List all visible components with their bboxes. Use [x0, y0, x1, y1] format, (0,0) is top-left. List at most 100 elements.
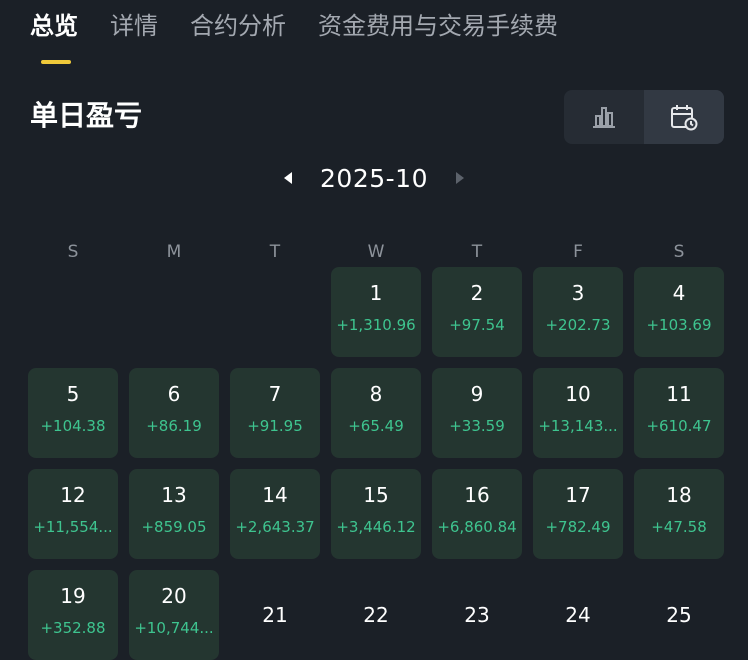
- calendar-day-cell[interactable]: 8 +65.49: [331, 368, 421, 458]
- tab-details-label: 详情: [110, 12, 158, 40]
- calendar-day-cell[interactable]: 20 +10,744...: [129, 570, 219, 660]
- daily-pnl-value: +782.49: [545, 518, 611, 536]
- calendar-day-cell[interactable]: 18 +47.58: [634, 469, 724, 559]
- daily-pnl-value: +202.73: [545, 316, 611, 334]
- daily-pnl-value: +6,860.84: [437, 518, 517, 536]
- day-number: 8: [369, 382, 383, 406]
- calendar-day-cell[interactable]: 5 +104.38: [28, 368, 118, 458]
- calendar-blank-cell: [230, 267, 320, 357]
- calendar-day-cell: 25: [634, 570, 724, 660]
- view-toggle: [564, 90, 724, 144]
- day-number: 4: [672, 281, 686, 305]
- weekday-header: S M T W T F S: [28, 238, 728, 266]
- day-number: 13: [161, 483, 187, 507]
- day-number: 12: [60, 483, 86, 507]
- calendar-day-cell[interactable]: 3 +202.73: [533, 267, 623, 357]
- tab-contract-analysis-label: 合约分析: [190, 12, 286, 40]
- day-number: 19: [60, 584, 86, 608]
- daily-pnl-value: +610.47: [646, 417, 712, 435]
- calendar-day-cell: 21: [230, 570, 320, 660]
- daily-pnl-value: +33.59: [449, 417, 505, 435]
- tab-details[interactable]: 详情: [110, 0, 158, 52]
- day-number: 18: [666, 483, 692, 507]
- day-number: 7: [268, 382, 282, 406]
- calendar-grid: 1 +1,310.96 2 +97.54 3 +202.73 4 +103.69 5 +104.3…: [28, 267, 728, 660]
- calendar-day-cell[interactable]: 10 +13,143...: [533, 368, 623, 458]
- month-navigation: 2025-10: [0, 158, 748, 198]
- daily-pnl-value: +11,554...: [33, 518, 113, 536]
- calendar-day-cell[interactable]: 6 +86.19: [129, 368, 219, 458]
- day-number: 14: [262, 483, 288, 507]
- calendar-day-cell[interactable]: 19 +352.88: [28, 570, 118, 660]
- calendar-blank-cell: [129, 267, 219, 357]
- caret-right-icon: [455, 172, 464, 184]
- calendar-day-cell[interactable]: 13 +859.05: [129, 469, 219, 559]
- calendar-day-cell[interactable]: 16 +6,860.84: [432, 469, 522, 559]
- daily-pnl-value: +65.49: [348, 417, 404, 435]
- tab-overview[interactable]: 总览: [30, 0, 78, 64]
- tab-contract-analysis[interactable]: 合约分析: [190, 0, 286, 52]
- weekday-label: W: [367, 242, 385, 262]
- daily-pnl-value: +859.05: [141, 518, 207, 536]
- section-title: 单日盈亏: [30, 99, 143, 132]
- daily-pnl-value: +97.54: [449, 316, 505, 334]
- calendar-day-cell[interactable]: 2 +97.54: [432, 267, 522, 357]
- day-number: 5: [66, 382, 80, 406]
- current-month: 2025-10: [320, 163, 428, 193]
- caret-left-icon: [284, 172, 293, 184]
- weekday-label: S: [67, 242, 79, 262]
- daily-pnl-value: +103.69: [646, 316, 712, 334]
- daily-pnl-value: +1,310.96: [336, 316, 416, 334]
- active-tab-indicator: [41, 60, 71, 64]
- day-number: 10: [565, 382, 591, 406]
- calendar-icon: [671, 105, 698, 131]
- calendar-blank-cell: [28, 267, 118, 357]
- prev-month-button[interactable]: [270, 160, 306, 196]
- next-month-button[interactable]: [442, 160, 478, 196]
- calendar-day-cell: 24: [533, 570, 623, 660]
- day-number: 17: [565, 483, 591, 507]
- day-number: 3: [571, 281, 585, 305]
- calendar-day-cell[interactable]: 1 +1,310.96: [331, 267, 421, 357]
- tab-bar: 总览 详情 合约分析 资金费用与交易手续费: [30, 0, 558, 70]
- day-number: 20: [161, 584, 187, 608]
- calendar-view-button[interactable]: [644, 90, 724, 144]
- calendar-day-cell[interactable]: 12 +11,554...: [28, 469, 118, 559]
- day-number: 24: [565, 603, 591, 627]
- daily-pnl-value: +2,643.37: [235, 518, 315, 536]
- day-number: 16: [464, 483, 490, 507]
- daily-pnl-value: +91.95: [247, 417, 303, 435]
- day-number: 22: [363, 603, 389, 627]
- day-number: 6: [167, 382, 181, 406]
- weekday-label: F: [573, 242, 583, 262]
- weekday-label: T: [471, 242, 483, 262]
- calendar-day-cell[interactable]: 9 +33.59: [432, 368, 522, 458]
- daily-pnl-value: +10,744...: [134, 619, 214, 637]
- bar-chart-icon: [593, 107, 615, 128]
- day-number: 23: [464, 603, 490, 627]
- day-number: 25: [666, 603, 692, 627]
- calendar-day-cell[interactable]: 11 +610.47: [634, 368, 724, 458]
- calendar-day-cell: 23: [432, 570, 522, 660]
- bar-chart-view-button[interactable]: [564, 90, 644, 144]
- daily-pnl-value: +3,446.12: [336, 518, 416, 536]
- tab-funding-fees[interactable]: 资金费用与交易手续费: [318, 0, 558, 52]
- daily-pnl-value: +104.38: [40, 417, 106, 435]
- weekday-label: M: [166, 242, 182, 262]
- calendar-day-cell[interactable]: 7 +91.95: [230, 368, 320, 458]
- daily-pnl-value: +352.88: [40, 619, 106, 637]
- weekday-label: T: [269, 242, 281, 262]
- calendar-day-cell[interactable]: 14 +2,643.37: [230, 469, 320, 559]
- calendar-day-cell[interactable]: 4 +103.69: [634, 267, 724, 357]
- day-number: 2: [470, 281, 484, 305]
- day-number: 21: [262, 603, 288, 627]
- day-number: 11: [666, 382, 692, 406]
- daily-pnl-value: +47.58: [651, 518, 707, 536]
- weekday-label: S: [673, 242, 685, 262]
- calendar-day-cell[interactable]: 15 +3,446.12: [331, 469, 421, 559]
- tab-funding-fees-label: 资金费用与交易手续费: [318, 12, 558, 40]
- daily-pnl-value: +86.19: [146, 417, 202, 435]
- calendar-day-cell[interactable]: 17 +782.49: [533, 469, 623, 559]
- daily-pnl-value: +13,143...: [538, 417, 618, 435]
- day-number: 1: [369, 281, 383, 305]
